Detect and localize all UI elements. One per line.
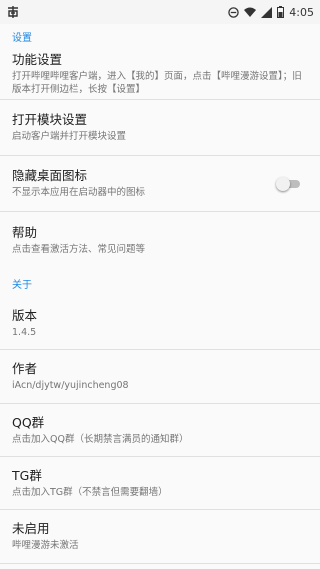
status-bar: 4:05	[0, 0, 320, 24]
minus-circle-icon	[228, 6, 240, 18]
pref-title: 未启用	[12, 521, 50, 536]
pref-activation-status[interactable]: 未启用 哔哩漫游未激活	[0, 510, 320, 564]
pref-title: 功能设置	[12, 51, 63, 67]
pref-title: 打开模块设置	[12, 112, 88, 127]
pref-title: 隐藏桌面图标	[12, 168, 88, 183]
pref-tg-group[interactable]: TG群 点击加入TG群（不禁言但需要翻墙）	[0, 457, 320, 510]
pref-title: TG群	[12, 467, 42, 483]
pref-summary: 点击查看激活方法、常见问题等	[12, 243, 146, 255]
pref-title: 版本	[12, 308, 38, 323]
pref-title: QQ群	[12, 414, 45, 430]
pref-feature-settings[interactable]: 功能设置 打开哔哩哔哩客户端，进入【我的】页面，点击【哔哩漫游设置】；旧版本打开…	[0, 48, 320, 100]
pref-version[interactable]: 版本 1.4.5	[0, 298, 320, 350]
pref-help[interactable]: 帮助 点击查看激活方法、常见问题等	[0, 212, 320, 268]
pref-summary: 启动客户端并打开模块设置	[12, 131, 127, 142]
pref-summary: 打开哔哩哔哩客户端，进入【我的】页面，点击【哔哩漫游设置】；旧版本打开侧边栏，长…	[12, 70, 302, 95]
pref-summary: iAcn/djytw/yujincheng08	[12, 380, 129, 391]
section-header-about: 关于	[12, 279, 32, 291]
toggle-thumb	[276, 176, 290, 191]
pref-title: 作者	[12, 361, 38, 376]
battery-icon	[277, 6, 285, 18]
pref-summary: 点击加入QQ群（长期禁言满员的通知群）	[12, 433, 189, 445]
pref-hide-launcher-icon[interactable]: 隐藏桌面图标 不显示本应用在启动器中的图标	[0, 156, 320, 212]
pref-author[interactable]: 作者 iAcn/djytw/yujincheng08	[0, 350, 320, 404]
signal-icon	[261, 6, 273, 18]
wifi-icon	[244, 7, 257, 18]
hide-icon-toggle[interactable]	[276, 176, 302, 191]
status-time: 4:05	[289, 5, 314, 19]
pref-summary: 哔哩漫游未激活	[12, 540, 79, 551]
pref-open-module-settings[interactable]: 打开模块设置 启动客户端并打开模块设置	[0, 100, 320, 156]
pref-summary: 点击加入TG群（不禁言但需要翻墙）	[12, 486, 168, 498]
app-logo-icon	[6, 5, 20, 19]
section-header-settings: 设置	[12, 32, 32, 44]
pref-summary: 1.4.5	[12, 327, 37, 338]
pref-summary: 不显示本应用在启动器中的图标	[12, 187, 146, 198]
pref-title: 帮助	[12, 224, 38, 240]
pref-qq-group[interactable]: QQ群 点击加入QQ群（长期禁言满员的通知群）	[0, 404, 320, 457]
